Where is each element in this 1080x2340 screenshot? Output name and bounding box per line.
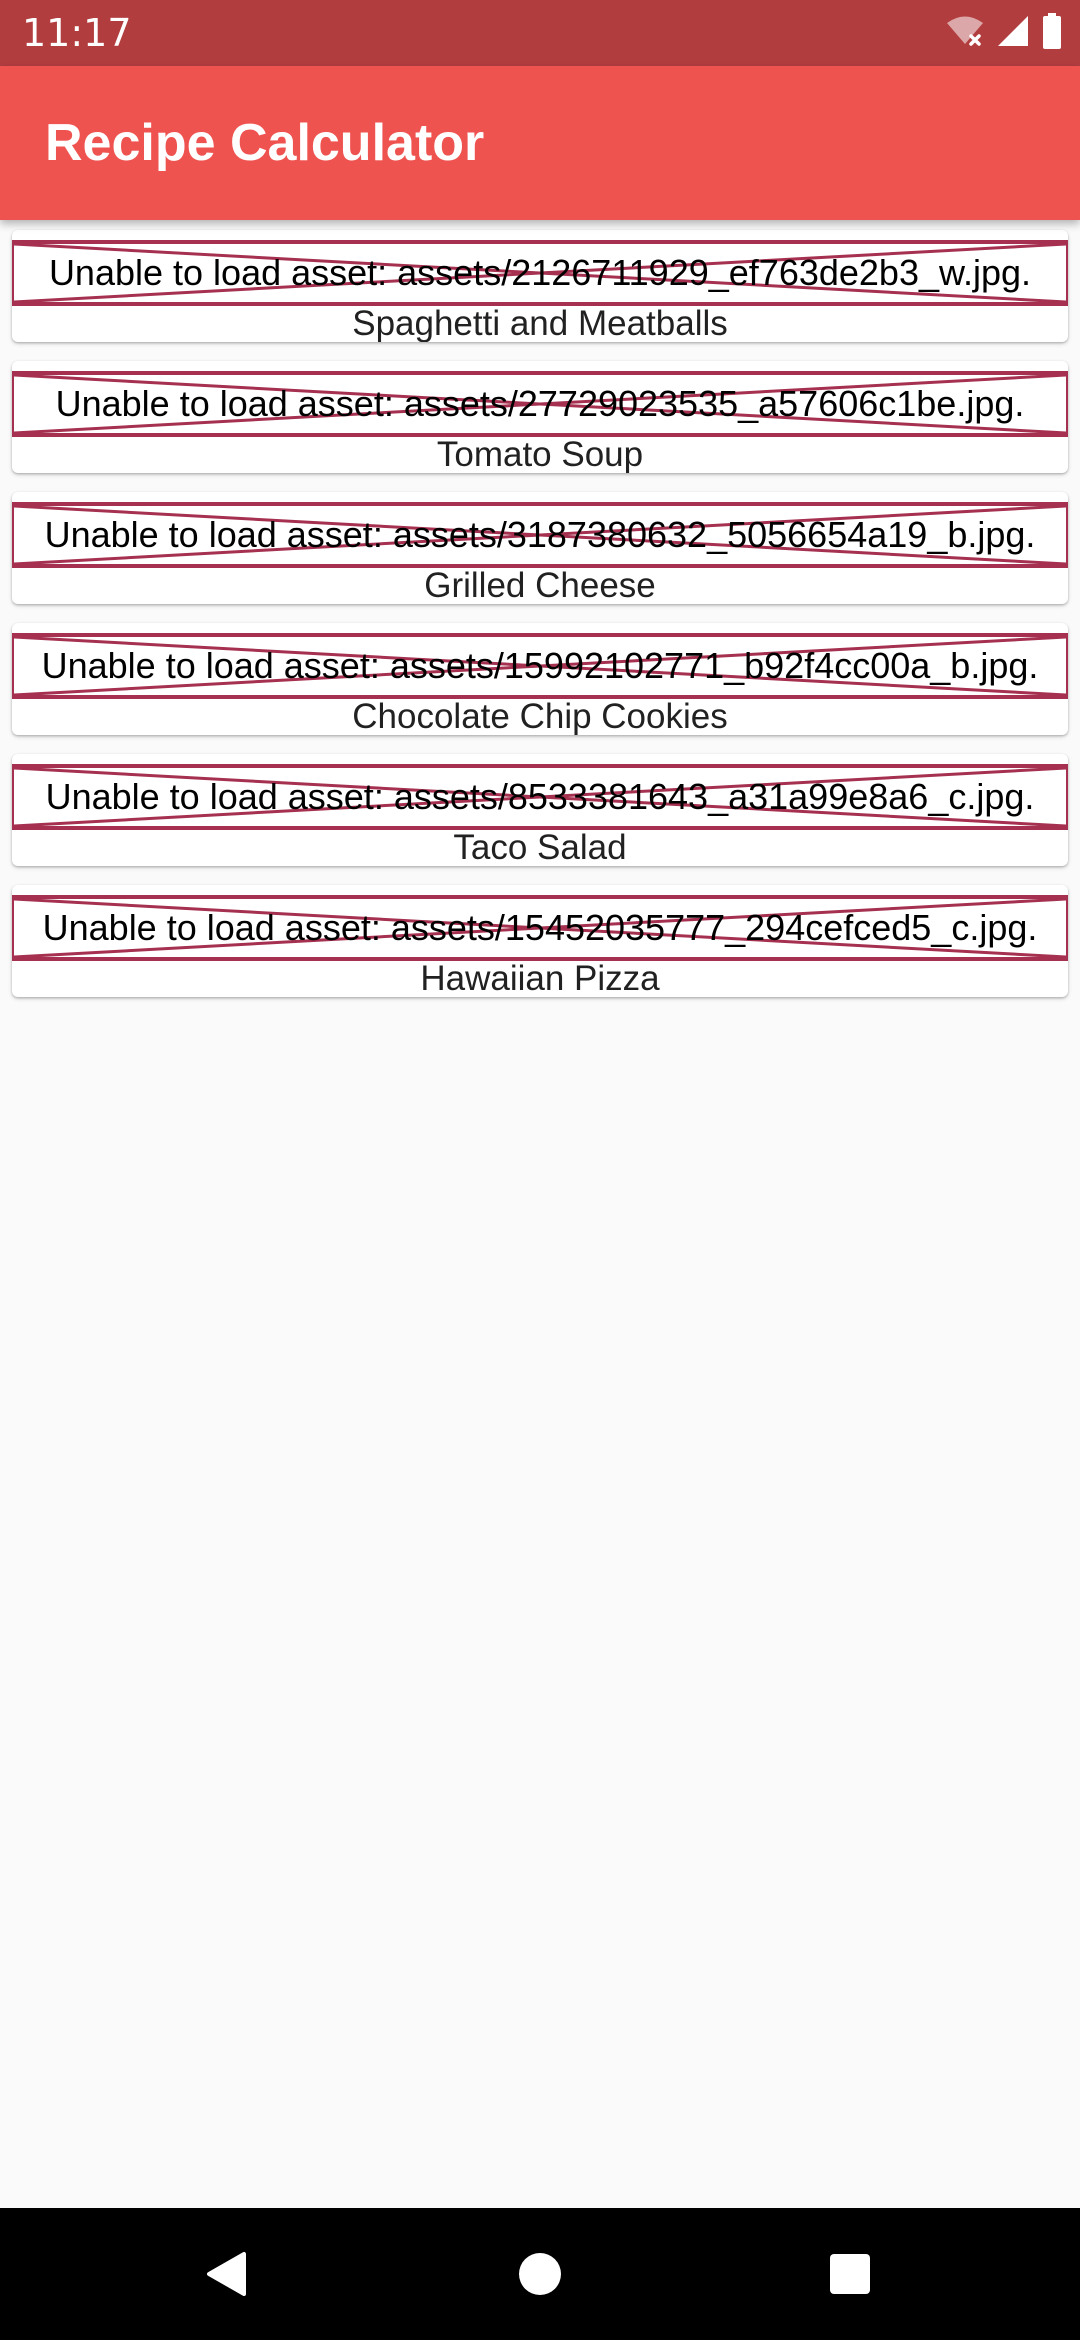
- navigation-bar: [0, 2208, 1080, 2340]
- back-icon: [207, 2252, 246, 2296]
- recipe-card[interactable]: Unable to load asset: assets/15992102771…: [12, 623, 1068, 735]
- home-button[interactable]: [480, 2208, 600, 2340]
- image-error-text: Unable to load asset: assets/3187380632_…: [44, 514, 1036, 555]
- recipe-card[interactable]: Unable to load asset: assets/2126711929_…: [12, 230, 1068, 342]
- wifi-off-icon: [946, 14, 984, 53]
- recipe-title: Chocolate Chip Cookies: [352, 697, 728, 735]
- page-title: Recipe Calculator: [45, 114, 485, 172]
- broken-image-placeholder: Unable to load asset: assets/15992102771…: [12, 633, 1068, 699]
- recipe-title: Grilled Cheese: [424, 566, 656, 604]
- broken-image-placeholder: Unable to load asset: assets/8533381643_…: [12, 764, 1068, 830]
- recipe-title: Taco Salad: [453, 828, 627, 866]
- image-error-text: Unable to load asset: assets/2126711929_…: [48, 252, 1032, 293]
- app-bar: Recipe Calculator: [0, 66, 1080, 220]
- battery-icon: [1042, 12, 1062, 54]
- status-icons: [934, 12, 1062, 54]
- broken-image-placeholder: Unable to load asset: assets/15452035777…: [12, 895, 1068, 961]
- status-time: 11:17: [22, 11, 132, 55]
- recipe-card[interactable]: Unable to load asset: assets/27729023535…: [12, 361, 1068, 473]
- broken-image-placeholder: Unable to load asset: assets/2126711929_…: [12, 240, 1068, 306]
- image-error-text: Unable to load asset: assets/15452035777…: [42, 907, 1038, 948]
- recents-button[interactable]: [790, 2208, 910, 2340]
- home-icon: [519, 2253, 561, 2295]
- status-bar: 11:17: [0, 0, 1080, 66]
- recipe-title: Hawaiian Pizza: [420, 959, 660, 997]
- image-error-text: Unable to load asset: assets/8533381643_…: [45, 776, 1035, 817]
- cell-signal-icon: [996, 14, 1030, 53]
- broken-image-placeholder: Unable to load asset: assets/3187380632_…: [12, 502, 1068, 568]
- image-error-text: Unable to load asset: assets/27729023535…: [55, 383, 1025, 424]
- image-error-text: Unable to load asset: assets/15992102771…: [41, 645, 1039, 686]
- recipe-title: Spaghetti and Meatballs: [352, 304, 728, 342]
- back-button[interactable]: [166, 2208, 286, 2340]
- recipe-card[interactable]: Unable to load asset: assets/3187380632_…: [12, 492, 1068, 604]
- recipe-card[interactable]: Unable to load asset: assets/8533381643_…: [12, 754, 1068, 866]
- recipe-card[interactable]: Unable to load asset: assets/15452035777…: [12, 885, 1068, 997]
- recents-icon: [830, 2254, 870, 2294]
- broken-image-placeholder: Unable to load asset: assets/27729023535…: [12, 371, 1068, 437]
- recipe-title: Tomato Soup: [436, 435, 644, 473]
